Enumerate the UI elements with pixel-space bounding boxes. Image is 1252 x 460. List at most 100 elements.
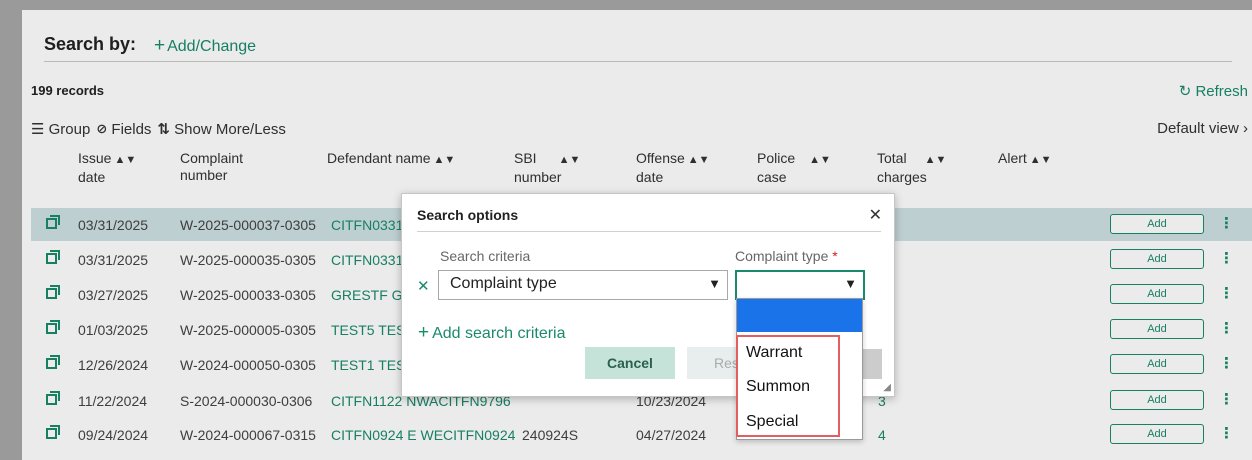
search-by-label: Search by: bbox=[44, 34, 137, 54]
row-add-button[interactable]: Add bbox=[1110, 319, 1204, 339]
cell-complaint: W-2024-000050-0305 bbox=[180, 357, 316, 373]
add-change-link[interactable]: + Add/Change bbox=[154, 35, 256, 57]
row-add-button[interactable]: Add bbox=[1110, 424, 1204, 444]
more-options-icon[interactable]: ⋮ bbox=[1219, 284, 1234, 302]
add-search-criteria-link[interactable]: + Add search criteria bbox=[418, 322, 566, 344]
default-view-button[interactable]: Default view › bbox=[1157, 120, 1248, 137]
sort-icon: ▲▼ bbox=[924, 154, 947, 166]
grid-toolbar: ☰ Group ⊘ Fields ⇅ Show More/Less bbox=[31, 120, 286, 139]
sort-icon: ▲▼ bbox=[558, 154, 581, 166]
row-add-button[interactable]: Add bbox=[1110, 249, 1204, 269]
cell-issue: 12/26/2024 bbox=[78, 357, 149, 373]
column-header-complaint-number[interactable]: Complaint number bbox=[180, 150, 243, 184]
header-line: Issue bbox=[78, 150, 112, 166]
dropdown-option-empty[interactable] bbox=[737, 299, 862, 332]
more-options-icon[interactable]: ⋮ bbox=[1219, 249, 1234, 267]
more-options-icon[interactable]: ⋮ bbox=[1219, 319, 1234, 337]
record-count: 199 records bbox=[31, 83, 104, 98]
open-record-icon[interactable] bbox=[46, 355, 60, 369]
cell-complaint: W-2025-000005-0305 bbox=[180, 322, 316, 338]
refresh-icon: ↻ bbox=[1178, 83, 1192, 100]
cancel-button[interactable]: Cancel bbox=[585, 347, 675, 379]
cell-sbi: 240924S bbox=[522, 427, 579, 443]
apply-button[interactable] bbox=[860, 349, 882, 379]
cell-complaint: W-2025-000037-0305 bbox=[180, 217, 316, 233]
show-more-button[interactable]: ⇅ Show More/Less bbox=[157, 120, 286, 139]
header-line: Complaint bbox=[180, 150, 244, 166]
group-label: Group bbox=[48, 120, 91, 138]
column-header-issue-date[interactable]: Issue ▲▼ date bbox=[78, 150, 136, 186]
cell-issue: 03/27/2025 bbox=[78, 287, 149, 303]
resize-grip-icon[interactable]: ◢ bbox=[883, 382, 891, 393]
row-add-button[interactable]: Add bbox=[1110, 214, 1204, 234]
complaint-type-select[interactable]: ▼ bbox=[735, 270, 865, 300]
group-button[interactable]: ☰ Group bbox=[31, 120, 91, 139]
fields-label: Fields bbox=[111, 120, 152, 138]
plus-icon: + bbox=[418, 322, 430, 343]
eye-off-icon: ⊘ bbox=[96, 121, 108, 136]
open-record-icon[interactable] bbox=[46, 320, 60, 334]
close-icon[interactable]: ✕ bbox=[869, 205, 882, 225]
column-header-police-case[interactable]: Police ▲▼ case bbox=[757, 150, 831, 186]
sort-icon: ▲▼ bbox=[433, 154, 456, 166]
chevron-down-icon: ▼ bbox=[844, 276, 857, 291]
cell-complaint: W-2025-000033-0305 bbox=[180, 287, 316, 303]
row-add-button[interactable]: Add bbox=[1110, 284, 1204, 304]
divider bbox=[44, 61, 1232, 62]
remove-criteria-icon[interactable]: ✕ bbox=[417, 277, 430, 295]
open-record-icon[interactable] bbox=[46, 425, 60, 439]
more-options-icon[interactable]: ⋮ bbox=[1219, 390, 1234, 408]
column-header-alert[interactable]: Alert ▲▼ bbox=[998, 150, 1052, 169]
more-options-icon[interactable]: ⋮ bbox=[1219, 354, 1234, 372]
cell-defendant[interactable]: CITFN0924 E WECITFN0924 bbox=[331, 427, 515, 443]
column-header-defendant-name[interactable]: Defendant name ▲▼ bbox=[327, 150, 455, 169]
cell-complaint: W-2024-000067-0315 bbox=[180, 427, 316, 443]
more-options-icon[interactable]: ⋮ bbox=[1219, 424, 1234, 442]
cell-defendant[interactable]: CITFN0331 bbox=[331, 252, 403, 268]
search-criteria-select[interactable]: Complaint type ▼ bbox=[438, 270, 728, 300]
cell-complaint: S-2024-000030-0306 bbox=[180, 393, 313, 409]
header-line: charges bbox=[877, 169, 927, 185]
header-line: Defendant name bbox=[327, 150, 431, 166]
header-line: Police bbox=[757, 150, 796, 166]
header-line: case bbox=[757, 169, 787, 185]
row-add-button[interactable]: Add bbox=[1110, 354, 1204, 374]
header-line: SBI bbox=[514, 150, 537, 166]
open-record-icon[interactable] bbox=[46, 250, 60, 264]
sort-icon: ▲▼ bbox=[687, 154, 710, 166]
header-line: number bbox=[514, 169, 562, 185]
cell-issue: 03/31/2025 bbox=[78, 217, 149, 233]
open-record-icon[interactable] bbox=[46, 391, 60, 405]
sort-icon: ▲▼ bbox=[1029, 154, 1052, 166]
column-header-offense-date[interactable]: Offense ▲▼ date bbox=[636, 150, 710, 186]
more-options-icon[interactable]: ⋮ bbox=[1219, 214, 1234, 232]
chevron-down-icon: ▼ bbox=[708, 276, 721, 291]
table-row[interactable]: 09/24/2024 W-2024-000067-0315 CITFN0924 E … bbox=[31, 418, 1252, 451]
refresh-button[interactable]: ↻ Refresh bbox=[1179, 82, 1248, 100]
menu-icon: ☰ bbox=[31, 121, 45, 138]
chevron-right-icon: › bbox=[1243, 120, 1248, 137]
header-line: date bbox=[78, 169, 106, 185]
fields-button[interactable]: ⊘ Fields bbox=[96, 120, 151, 138]
cell-issue: 01/03/2025 bbox=[78, 322, 149, 338]
cell-offense: 04/27/2024 bbox=[636, 427, 707, 443]
add-criteria-label: Add search criteria bbox=[432, 325, 566, 342]
plus-icon: + bbox=[154, 35, 166, 56]
cell-defendant[interactable]: CITFN0331 bbox=[331, 217, 403, 233]
column-header-sbi-number[interactable]: SBI ▲▼ number bbox=[514, 150, 580, 186]
cell-issue: 09/24/2024 bbox=[78, 427, 149, 443]
cell-issue: 03/31/2025 bbox=[78, 252, 149, 268]
header-line: Total bbox=[877, 150, 907, 166]
required-asterisk: * bbox=[832, 248, 838, 264]
show-more-label: Show More/Less bbox=[174, 120, 286, 138]
reset-button[interactable]: Res bbox=[687, 347, 737, 379]
column-header-total-charges[interactable]: Total ▲▼ charges bbox=[877, 150, 946, 186]
open-record-icon[interactable] bbox=[46, 285, 60, 299]
default-view-label: Default view bbox=[1157, 120, 1239, 137]
row-add-button[interactable]: Add bbox=[1110, 390, 1204, 410]
complaint-type-text: Complaint type bbox=[735, 248, 829, 264]
header-line: Alert bbox=[998, 150, 1027, 166]
cell-issue: 11/22/2024 bbox=[78, 393, 148, 409]
open-record-icon[interactable] bbox=[46, 215, 60, 229]
complaint-type-label: Complaint type * bbox=[735, 248, 838, 264]
